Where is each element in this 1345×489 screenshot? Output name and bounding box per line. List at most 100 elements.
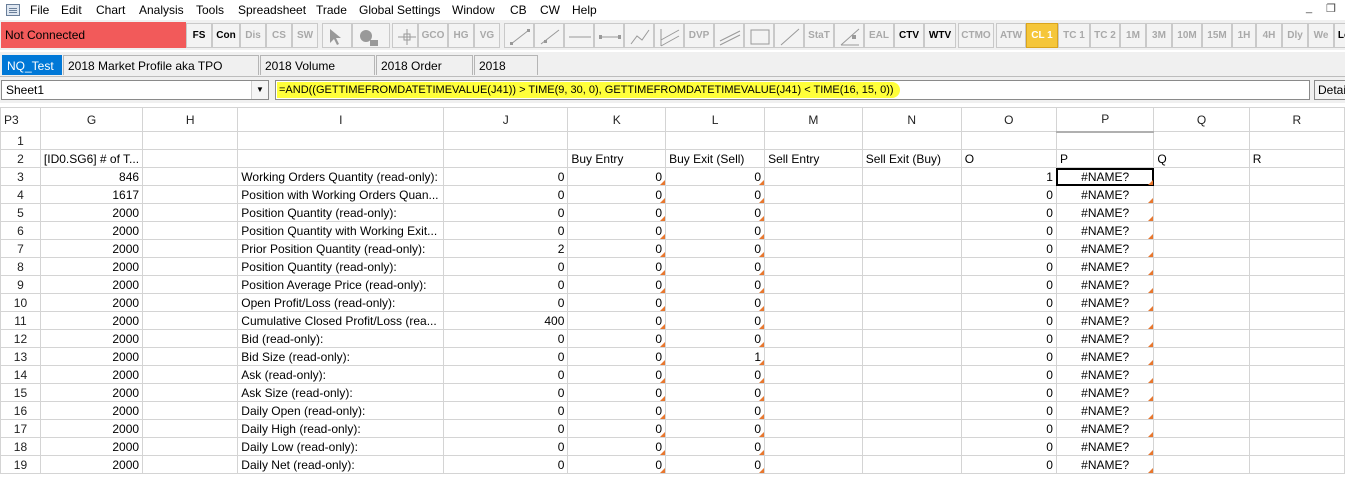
toolbar-button-wtv[interactable]: WTV [924,23,956,48]
column-header-o[interactable]: O [960,107,1057,132]
toolbar-button-stat[interactable]: StaT [804,23,834,48]
cell-p3[interactable]: #NAME? [1055,167,1155,186]
toolbar-button-atw[interactable]: ATW [996,23,1026,48]
row-header[interactable]: 19 [0,455,41,474]
cell-p4[interactable]: #NAME? [1055,185,1155,204]
toolbar-button-gco[interactable]: GCO [418,23,448,48]
toolbar-button-1h[interactable]: 1H [1232,23,1256,48]
cell-k5[interactable]: 0 [567,203,667,222]
cell-o7[interactable]: 0 [960,239,1057,258]
cell-h4[interactable] [142,185,239,204]
column-header-r[interactable]: R [1248,107,1345,132]
cell-g18[interactable]: 2000 [39,437,144,456]
cell-n11[interactable] [861,311,962,330]
cell-n8[interactable] [861,257,962,276]
cell-r5[interactable] [1248,203,1345,222]
cell-p1[interactable] [1055,131,1155,150]
cell-o13[interactable]: 0 [960,347,1057,366]
row-header[interactable]: 4 [0,185,41,204]
row-header[interactable]: 16 [0,401,41,420]
cell-n12[interactable] [861,329,962,348]
cell-r11[interactable] [1248,311,1345,330]
menu-global-settings[interactable]: Global Settings [359,3,440,17]
cell-m16[interactable] [764,401,863,420]
cell-m6[interactable] [764,221,863,240]
cell-r15[interactable] [1248,383,1345,402]
cell-o15[interactable]: 0 [960,383,1057,402]
cell-l13[interactable]: 1 [665,347,766,366]
cell-i15[interactable]: Ask Size (read-only): [237,383,445,402]
column-header-l[interactable]: L [665,107,766,132]
toolbar-button-4h[interactable]: 4H [1256,23,1282,48]
row-header[interactable]: 9 [0,275,41,294]
cell-q2[interactable]: Q [1153,149,1250,168]
cell-l6[interactable]: 0 [665,221,766,240]
cell-m13[interactable] [764,347,863,366]
cell-q11[interactable] [1153,311,1250,330]
toolbar-button-parallel-lines[interactable] [714,23,744,48]
cell-m11[interactable] [764,311,863,330]
cell-r14[interactable] [1248,365,1345,384]
cell-p12[interactable]: #NAME? [1055,329,1155,348]
cell-j15[interactable]: 0 [443,383,569,402]
menu-analysis[interactable]: Analysis [139,3,184,17]
cell-j14[interactable]: 0 [443,365,569,384]
cell-g17[interactable]: 2000 [39,419,144,438]
cell-p14[interactable]: #NAME? [1055,365,1155,384]
cell-p10[interactable]: #NAME? [1055,293,1155,312]
toolbar-button-cl-1[interactable]: CL 1 [1026,23,1058,48]
cell-k1[interactable] [567,131,667,150]
cell-g5[interactable]: 2000 [39,203,144,222]
cell-l5[interactable]: 0 [665,203,766,222]
cell-o17[interactable]: 0 [960,419,1057,438]
toolbar-button-lo[interactable]: Lo [1334,23,1345,48]
cell-g19[interactable]: 2000 [39,455,144,474]
cell-i4[interactable]: Position with Working Orders Quan... [237,185,445,204]
cell-p11[interactable]: #NAME? [1055,311,1155,330]
toolbar-button-ctmo[interactable]: CTMO [958,23,994,48]
toolbar-button-polyline[interactable] [624,23,654,48]
row-header[interactable]: 5 [0,203,41,222]
cell-j17[interactable]: 0 [443,419,569,438]
cell-h10[interactable] [142,293,239,312]
row-header[interactable]: 8 [0,257,41,276]
row-header[interactable]: 13 [0,347,41,366]
cell-k3[interactable]: 0 [567,167,667,186]
cell-g10[interactable]: 2000 [39,293,144,312]
cell-i14[interactable]: Ask (read-only): [237,365,445,384]
cell-n1[interactable] [861,131,962,150]
cell-m12[interactable] [764,329,863,348]
column-header-m[interactable]: M [764,107,863,132]
menu-spreadsheet[interactable]: Spreadsheet [238,3,306,17]
row-header[interactable]: 15 [0,383,41,402]
cell-q6[interactable] [1153,221,1250,240]
toolbar-button-dis[interactable]: Dis [240,23,266,48]
toolbar-button-sw[interactable]: SW [292,23,318,48]
cell-p16[interactable]: #NAME? [1055,401,1155,420]
toolbar-button-dvp[interactable]: DVP [684,23,714,48]
cell-o14[interactable]: 0 [960,365,1057,384]
column-header-p[interactable]: P [1055,107,1155,133]
cell-r1[interactable] [1248,131,1345,150]
cell-h1[interactable] [142,131,239,150]
cell-i2[interactable] [237,149,445,168]
cell-k17[interactable]: 0 [567,419,667,438]
cell-g4[interactable]: 1617 [39,185,144,204]
cell-q18[interactable] [1153,437,1250,456]
row-header[interactable]: 11 [0,311,41,330]
cell-i17[interactable]: Daily High (read-only): [237,419,445,438]
cell-l12[interactable]: 0 [665,329,766,348]
cell-r8[interactable] [1248,257,1345,276]
cell-p19[interactable]: #NAME? [1055,455,1155,474]
cell-r17[interactable] [1248,419,1345,438]
cell-j18[interactable]: 0 [443,437,569,456]
cell-g1[interactable] [39,131,144,150]
cell-r19[interactable] [1248,455,1345,474]
toolbar-button-trend-angle[interactable] [834,23,864,48]
cell-n7[interactable] [861,239,962,258]
cell-h9[interactable] [142,275,239,294]
menu-chart[interactable]: Chart [96,3,125,17]
cell-i9[interactable]: Position Average Price (read-only): [237,275,445,294]
toolbar-button-hand[interactable] [352,23,390,48]
formula-input[interactable]: =AND((GETTIMEFROMDATETIMEVALUE(J41)) > T… [275,80,1310,100]
